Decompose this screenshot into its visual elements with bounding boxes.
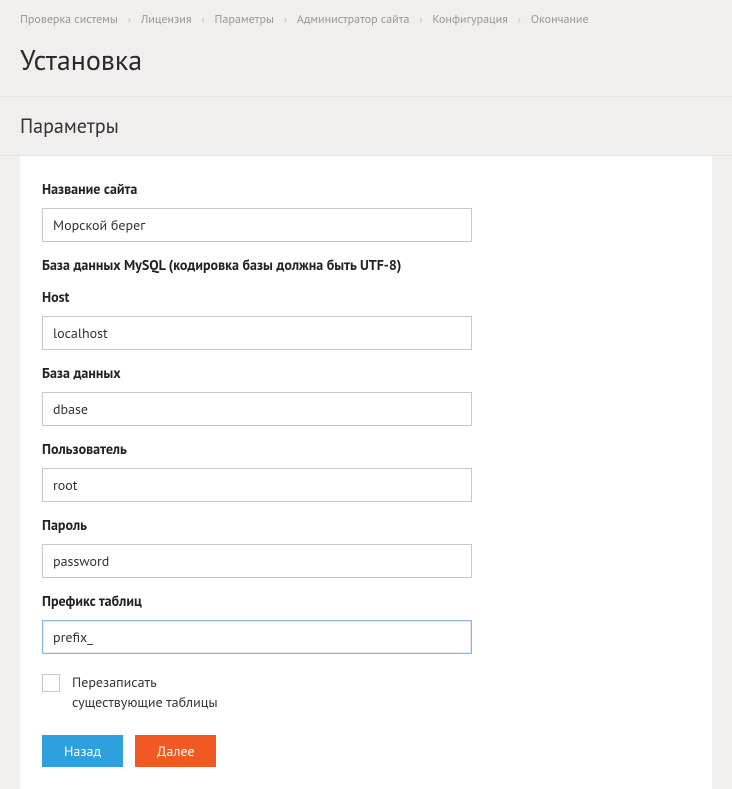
db-section-label: База данных MySQL (кодировка базы должна… <box>42 256 690 274</box>
site-name-input[interactable] <box>42 208 472 242</box>
breadcrumb-item[interactable]: Конфигурация <box>432 12 507 27</box>
host-label: Host <box>42 288 690 306</box>
chevron-right-icon: › <box>512 13 527 26</box>
breadcrumb: Проверка системы › Лицензия › Параметры … <box>20 12 712 27</box>
host-input[interactable] <box>42 316 472 350</box>
prefix-input[interactable] <box>42 620 472 654</box>
site-name-label: Название сайта <box>42 180 690 198</box>
password-label: Пароль <box>42 516 690 534</box>
chevron-right-icon: › <box>196 13 211 26</box>
overwrite-label-line2: существующие таблицы <box>72 692 218 712</box>
overwrite-label: Перезаписать существующие таблицы <box>72 672 218 713</box>
breadcrumb-item[interactable]: Лицензия <box>141 12 192 27</box>
next-button[interactable]: Далее <box>135 735 216 767</box>
back-button[interactable]: Назад <box>42 735 123 767</box>
password-input[interactable] <box>42 544 472 578</box>
section-title: Параметры <box>0 97 732 156</box>
breadcrumb-item[interactable]: Проверка системы <box>20 12 118 27</box>
breadcrumb-item[interactable]: Параметры <box>215 12 274 27</box>
breadcrumb-item[interactable]: Окончание <box>531 12 589 27</box>
chevron-right-icon: › <box>122 13 137 26</box>
prefix-label: Префикс таблиц <box>42 592 690 610</box>
form-panel: Название сайта База данных MySQL (кодиро… <box>20 156 712 789</box>
overwrite-checkbox[interactable] <box>42 674 60 692</box>
overwrite-label-line1: Перезаписать <box>72 672 218 692</box>
user-label: Пользователь <box>42 440 690 458</box>
chevron-right-icon: › <box>278 13 293 26</box>
chevron-right-icon: › <box>413 13 428 26</box>
page-title: Установка <box>20 41 712 78</box>
breadcrumb-item[interactable]: Администратор сайта <box>297 12 410 27</box>
database-label: База данных <box>42 364 690 382</box>
user-input[interactable] <box>42 468 472 502</box>
database-input[interactable] <box>42 392 472 426</box>
